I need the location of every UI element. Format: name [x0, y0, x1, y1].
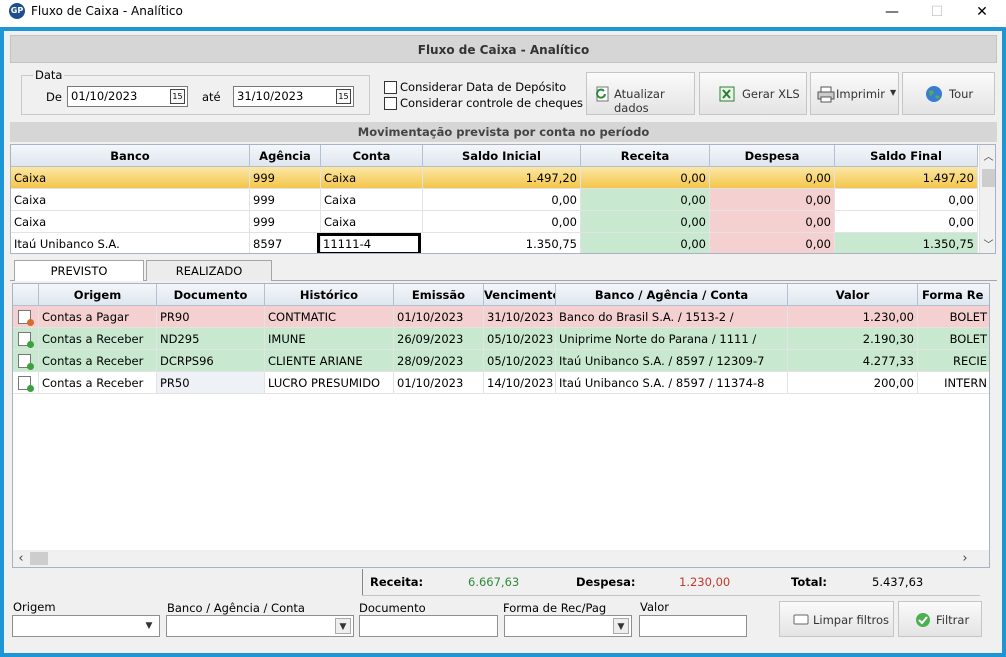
receita-value: 6.667,63	[468, 575, 520, 589]
scroll-down-icon[interactable]: ﹀	[980, 236, 995, 251]
payable-icon	[18, 310, 34, 326]
maximize-button[interactable]: ☐	[917, 2, 957, 22]
scroll-thumb[interactable]	[30, 552, 48, 565]
eraser-icon	[793, 614, 809, 625]
accounts-grid[interactable]: Banco Agência Conta Saldo Inicial Receit…	[10, 144, 996, 254]
chevron-down-icon[interactable]: ▼	[613, 618, 629, 634]
column-header[interactable]: Saldo Inicial	[423, 145, 581, 167]
to-date-value: 31/10/2023	[237, 89, 304, 103]
vertical-scrollbar[interactable]: ︿ ﹀	[979, 145, 995, 253]
origem-filter-select[interactable]: ▼	[12, 615, 160, 637]
from-date-field[interactable]: 01/10/2023 15	[67, 86, 188, 107]
tab-realizado[interactable]: REALIZADO	[146, 260, 272, 281]
total-value: 5.437,63	[872, 575, 924, 589]
totals-divider	[362, 569, 363, 595]
deposit-date-label: Considerar Data de Depósito	[400, 80, 567, 94]
column-header[interactable]: Documento	[157, 284, 265, 306]
column-header[interactable]: Forma Re	[918, 284, 989, 306]
column-header[interactable]: Banco / Agência / Conta	[556, 284, 788, 306]
banco-filter-select[interactable]: ▼	[166, 615, 354, 637]
column-header[interactable]: Agência	[250, 145, 321, 167]
from-date-value: 01/10/2023	[71, 89, 138, 103]
column-header[interactable]: Origem	[39, 284, 157, 306]
generate-xls-button[interactable]: Gerar XLS	[699, 72, 807, 115]
scroll-left-icon[interactable]: ‹	[15, 551, 27, 566]
close-button[interactable]: ✕	[962, 2, 1002, 22]
horizontal-scrollbar[interactable]: ‹ ›	[13, 550, 989, 567]
column-header[interactable]: Conta	[321, 145, 423, 167]
totals-underline	[362, 595, 980, 596]
refresh-data-button[interactable]: Atualizar dados	[586, 72, 695, 115]
app-logo-icon: GP	[9, 3, 25, 19]
from-label: De	[46, 90, 62, 104]
calendar-icon[interactable]: 15	[336, 89, 351, 104]
chevron-down-icon[interactable]: ▼	[335, 618, 351, 634]
column-header[interactable]: Vencimento	[484, 284, 556, 306]
column-header[interactable]: Banco	[11, 145, 250, 167]
total-label: Total:	[791, 575, 828, 589]
documento-filter-label: Documento	[359, 601, 426, 615]
column-header[interactable]: Despesa	[710, 145, 835, 167]
filter-button[interactable]: Filtrar	[898, 601, 982, 637]
forma-filter-select[interactable]: ▼	[504, 615, 632, 637]
valor-filter-label: Valor	[640, 600, 669, 614]
despesa-label: Despesa:	[576, 575, 636, 589]
accounts-section-title: Movimentação prevista por conta no perío…	[10, 122, 997, 142]
globe-icon	[926, 86, 942, 102]
to-date-field[interactable]: 31/10/2023 15	[233, 86, 354, 107]
scroll-right-icon[interactable]: ›	[959, 551, 971, 566]
column-header[interactable]: Histórico	[265, 284, 394, 306]
tour-button[interactable]: Tour	[902, 72, 995, 115]
window-titlebar: GP Fluxo de Caixa - Analítico — ☐ ✕	[0, 0, 1006, 27]
origem-filter-label: Origem	[13, 600, 56, 614]
banco-filter-label: Banco / Agência / Conta	[167, 601, 305, 615]
receita-label: Receita:	[370, 575, 424, 589]
forma-filter-label: Forma de Rec/Pag	[503, 601, 607, 615]
column-header[interactable]: Saldo Final	[835, 145, 978, 167]
receivable-icon	[18, 332, 34, 348]
chevron-down-icon[interactable]: ▼	[141, 618, 157, 634]
refresh-icon	[596, 86, 609, 102]
column-header[interactable]: Valor	[788, 284, 918, 306]
account-edit-cell[interactable]: 11111-4	[317, 233, 421, 253]
tab-previsto[interactable]: PREVISTO	[14, 260, 144, 281]
column-header-icon	[13, 284, 39, 306]
despesa-value: 1.230,00	[679, 575, 731, 589]
excel-icon	[719, 86, 735, 102]
scroll-thumb[interactable]	[982, 169, 995, 187]
deposit-date-checkbox[interactable]	[384, 81, 397, 94]
valor-filter-input[interactable]	[639, 615, 747, 637]
cheque-control-checkbox[interactable]	[384, 97, 397, 110]
to-label: até	[202, 90, 221, 104]
documento-filter-input[interactable]	[359, 615, 498, 637]
check-icon	[916, 613, 930, 627]
minimize-button[interactable]: —	[872, 2, 912, 22]
form-header: Fluxo de Caixa - Analítico	[10, 35, 997, 63]
cheque-control-label: Considerar controle de cheques	[400, 96, 584, 110]
date-group-caption: Data	[33, 68, 65, 82]
calendar-icon[interactable]: 15	[170, 89, 185, 104]
receivable-icon	[18, 354, 34, 370]
clear-filters-button[interactable]: Limpar filtros	[779, 601, 894, 637]
window-title: Fluxo de Caixa - Analítico	[31, 4, 183, 18]
dropdown-arrow-icon[interactable]: ▼	[890, 88, 896, 97]
column-header[interactable]: Emissão	[394, 284, 484, 306]
movements-grid[interactable]: Origem Documento Histórico Emissão Venci…	[12, 283, 990, 568]
receivable-icon	[18, 376, 34, 392]
print-button[interactable]: Imprimir ▼	[810, 72, 899, 115]
printer-icon	[817, 86, 835, 103]
scroll-up-icon[interactable]: ︿	[980, 148, 995, 163]
column-header[interactable]: Receita	[581, 145, 710, 167]
